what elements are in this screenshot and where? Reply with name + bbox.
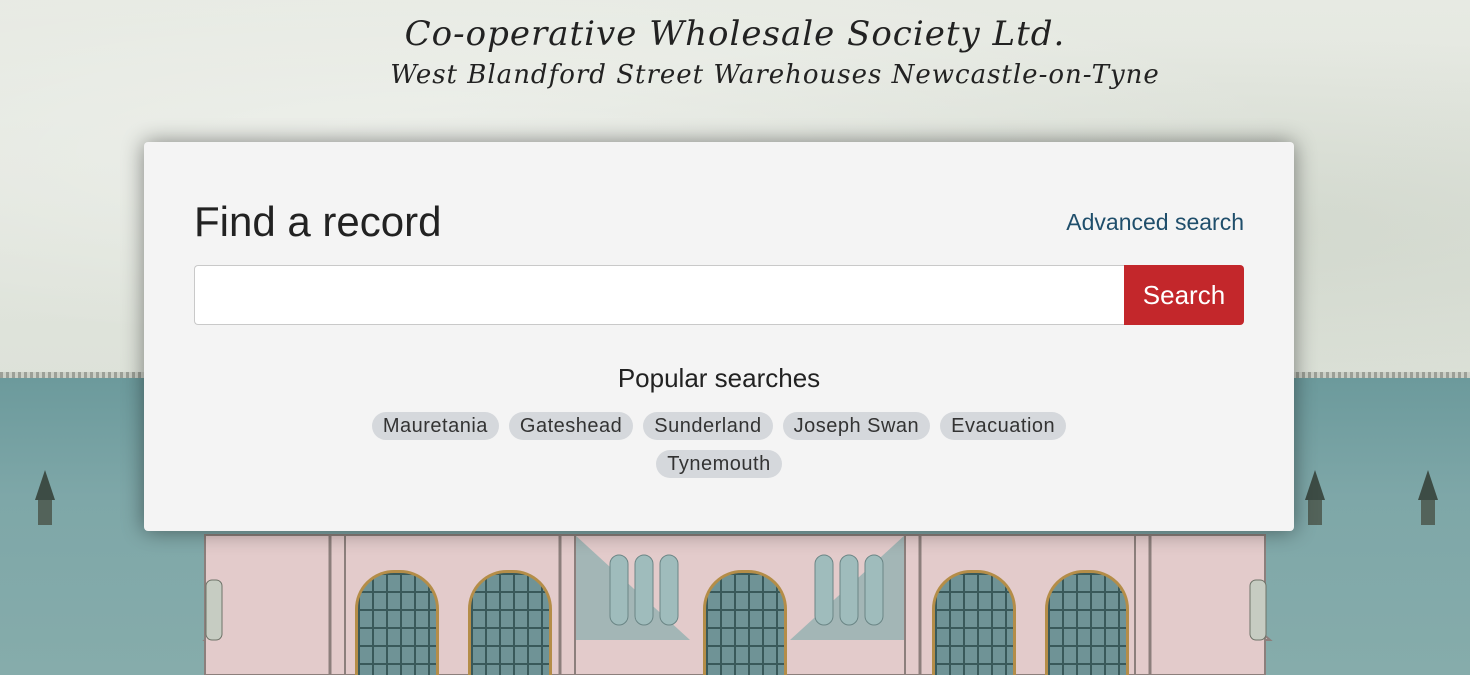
page-title: Find a record [194,198,442,245]
popular-search-tag[interactable]: Gateshead [508,412,634,440]
popular-search-tag[interactable]: Evacuation [940,412,1067,440]
page: Co-operative Wholesale Society Ltd. West… [0,0,1470,675]
background-window [468,570,552,675]
popular-search-tag[interactable]: Tynemouth [656,450,782,478]
search-input[interactable] [194,265,1124,325]
search-button[interactable]: Search [1124,265,1244,325]
background-window [355,570,439,675]
popular-search-tag[interactable]: Mauretania [371,412,499,440]
popular-searches-list: Mauretania Gateshead Sunderland Joseph S… [369,412,1069,478]
popular-search-tag[interactable]: Joseph Swan [782,412,931,440]
advanced-search-link[interactable]: Advanced search [1066,208,1244,236]
background-window [932,570,1016,675]
search-bar: Search [194,265,1244,325]
popular-searches-heading: Popular searches [617,363,821,393]
popular-search-tag[interactable]: Sunderland [643,412,773,440]
background-window [703,570,787,675]
background-window [1045,570,1129,675]
search-panel: Find a record Advanced search Search Pop… [144,142,1294,531]
